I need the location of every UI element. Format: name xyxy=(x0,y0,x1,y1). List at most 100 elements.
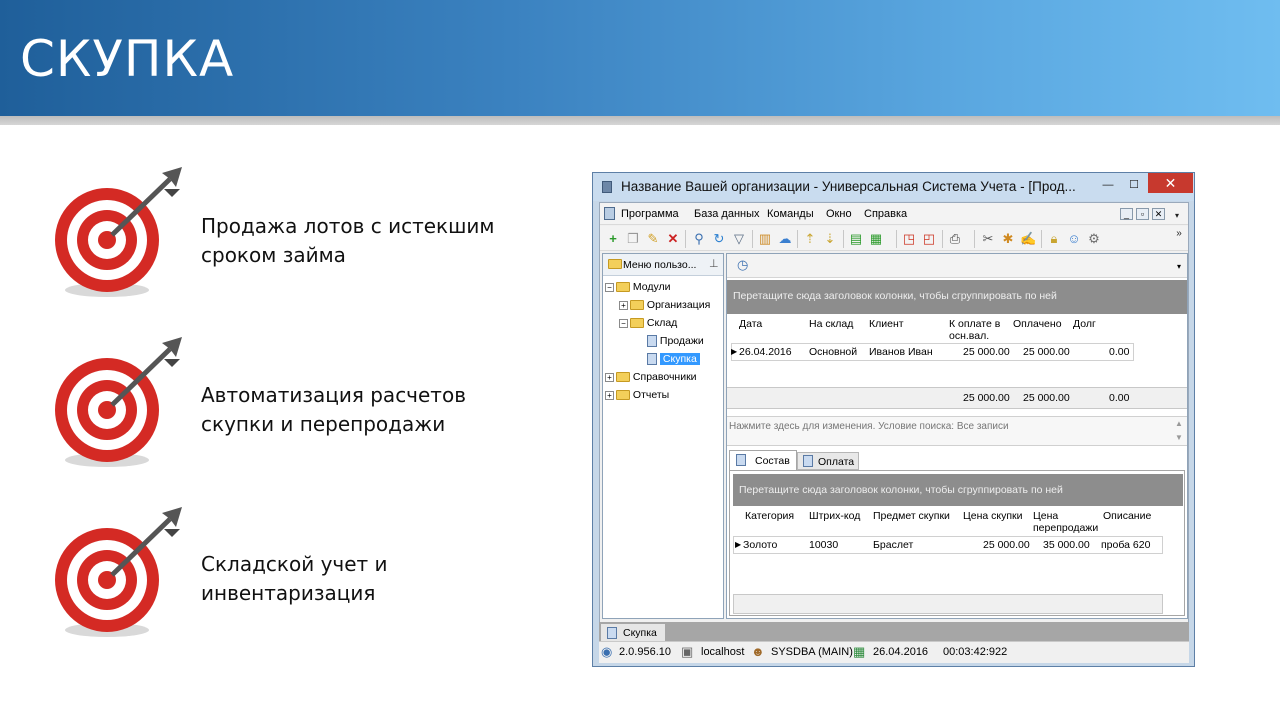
column-header-paid[interactable]: Оплачено xyxy=(1013,318,1062,330)
delete-icon[interactable]: ✕ xyxy=(665,231,681,247)
detail-group-by-panel[interactable]: Перетащите сюда заголовок колонки, чтобы… xyxy=(733,474,1183,506)
tree-node-warehouse[interactable]: − Склад xyxy=(619,316,677,331)
mdi-close-icon[interactable]: ✕ xyxy=(1152,208,1165,220)
column-header-resale-price[interactable]: Цена перепродажи xyxy=(1033,510,1103,534)
expand-icon[interactable]: + xyxy=(605,390,614,400)
tree-node-organization[interactable]: + Организация xyxy=(619,298,710,313)
document-icon xyxy=(604,207,615,220)
cell-barcode[interactable]: 10030 xyxy=(809,539,838,551)
tree-node-references[interactable]: + Справочники xyxy=(605,370,697,385)
chevron-down-icon[interactable]: ▾ xyxy=(1177,262,1181,271)
folder-icon xyxy=(616,390,630,401)
cell-client[interactable]: Иванов Иван xyxy=(869,346,933,358)
comment-icon[interactable]: ☁ xyxy=(777,231,793,247)
print-icon[interactable]: ⎙ xyxy=(947,231,963,247)
tab-purchase-window[interactable]: Скупка xyxy=(601,624,665,642)
overflow-chevron-icon[interactable]: ▾ xyxy=(1170,210,1184,222)
move-down-icon[interactable]: ⇣ xyxy=(822,231,838,247)
move-up-icon[interactable]: ⇡ xyxy=(802,231,818,247)
collapse-icon[interactable]: − xyxy=(605,282,614,292)
version-icon: ◉ xyxy=(601,644,613,659)
folder-icon xyxy=(616,372,630,383)
minimize-icon[interactable]: — xyxy=(1101,179,1115,191)
tools-icon[interactable]: ✂ xyxy=(980,231,996,247)
filter-icon[interactable]: ▽ xyxy=(731,231,747,247)
column-header-due[interactable]: К оплате в осн.вал. xyxy=(949,318,1011,342)
group-by-panel[interactable]: Перетащите сюда заголовок колонки, чтобы… xyxy=(727,280,1187,314)
maximize-icon[interactable]: ☐ xyxy=(1127,179,1141,191)
scroll-up-icon[interactable]: ▲ xyxy=(1175,419,1183,428)
table-row[interactable] xyxy=(733,536,1163,554)
panel-header: Меню пользо... ⊥ xyxy=(603,254,723,276)
filter-bar[interactable]: Нажмите здесь для изменения. Условие пои… xyxy=(727,416,1187,446)
folder-icon xyxy=(616,282,630,293)
refresh-icon[interactable]: ↻ xyxy=(711,231,727,247)
target-icon xyxy=(55,337,182,467)
cell-description[interactable]: проба 620 xyxy=(1101,539,1150,551)
mdi-restore-icon[interactable]: ▫ xyxy=(1136,208,1149,220)
mdi-minimize-icon[interactable]: _ xyxy=(1120,208,1133,220)
pin-icon[interactable]: ⊥ xyxy=(709,257,719,270)
new-window-icon[interactable]: ◰ xyxy=(921,231,937,247)
user-settings-icon[interactable]: ⚙ xyxy=(1086,231,1102,247)
cell-purchase-price[interactable]: 25 000.00 xyxy=(983,539,1030,551)
menu-help[interactable]: Справка xyxy=(864,208,907,220)
users-icon[interactable]: ☺ xyxy=(1066,231,1082,247)
status-date: 26.04.2016 xyxy=(873,646,929,658)
close-button[interactable]: ✕ xyxy=(1148,173,1193,193)
toolbar-separator xyxy=(942,230,943,248)
column-header-debt[interactable]: Долг xyxy=(1073,318,1096,330)
cell-item[interactable]: Браслет xyxy=(873,539,913,551)
cell-resale-price[interactable]: 35 000.00 xyxy=(1043,539,1090,551)
expand-icon[interactable]: + xyxy=(605,372,614,382)
cell-warehouse[interactable]: Основной xyxy=(809,346,857,358)
edit-icon[interactable]: ✎ xyxy=(645,231,661,247)
column-header-date[interactable]: Дата xyxy=(739,318,762,330)
collapse-icon[interactable]: − xyxy=(619,318,628,328)
column-header-item[interactable]: Предмет скупки xyxy=(873,510,950,522)
add-icon[interactable]: + xyxy=(605,231,621,247)
cell-paid[interactable]: 25 000.00 xyxy=(1023,346,1070,358)
mdi-client: Программа База данных Команды Окно Справ… xyxy=(599,202,1189,648)
cell-due[interactable]: 25 000.00 xyxy=(963,346,1010,358)
detail-footer xyxy=(733,594,1163,614)
purchase-form: ◷ ▾ Перетащите сюда заголовок колонки, ч… xyxy=(726,253,1188,619)
window-titlebar: Название Вашей организации - Универсальн… xyxy=(593,173,1194,201)
settings-icon[interactable]: ✱ xyxy=(1000,231,1016,247)
clock-icon[interactable]: ◷ xyxy=(737,257,748,273)
toolbar: + ❐ ✎ ✕ ⚲ ↻ ▽ ▥ ☁ ⇡ ⇣ ▤ ▦ ◳ ◰ ⎙ ✂ ✱ ✍ 🔒︎… xyxy=(600,226,1188,251)
chart-icon[interactable]: ▥ xyxy=(757,231,773,247)
tree-node-purchase[interactable]: Скупка xyxy=(647,352,700,367)
column-header-client[interactable]: Клиент xyxy=(869,318,904,330)
column-header-barcode[interactable]: Штрих-код xyxy=(809,510,860,522)
column-header-warehouse[interactable]: На склад xyxy=(809,318,853,330)
menu-database[interactable]: База данных xyxy=(694,208,760,220)
cell-debt[interactable]: 0.00 xyxy=(1109,346,1129,358)
menu-program[interactable]: Программа xyxy=(621,208,679,220)
tab-payment[interactable]: Оплата xyxy=(797,452,859,470)
open-window-icon[interactable]: ◳ xyxy=(901,231,917,247)
export-icon[interactable]: ▤ xyxy=(848,231,864,247)
column-header-purchase-price[interactable]: Цена скупки xyxy=(963,510,1023,522)
search-icon[interactable]: ⚲ xyxy=(691,231,707,247)
filter-text: Нажмите здесь для изменения. Условие пои… xyxy=(729,421,1009,432)
lock-icon[interactable]: 🔒︎ xyxy=(1046,231,1062,247)
toolbar-overflow-icon[interactable]: » xyxy=(1172,228,1186,240)
column-header-category[interactable]: Категория xyxy=(745,510,794,522)
folder-icon xyxy=(630,318,644,329)
import-icon[interactable]: ▦ xyxy=(868,231,884,247)
menu-window[interactable]: Окно xyxy=(826,208,852,220)
expand-icon[interactable]: + xyxy=(619,300,628,310)
tree-node-sales[interactable]: Продажи xyxy=(647,334,704,349)
tree-node-modules[interactable]: − Модули xyxy=(605,280,671,295)
cell-date[interactable]: 26.04.2016 xyxy=(739,346,792,358)
cell-category[interactable]: Золото xyxy=(743,539,777,551)
scroll-down-icon[interactable]: ▼ xyxy=(1175,433,1183,442)
notes-icon[interactable]: ✍ xyxy=(1020,231,1036,247)
menu-commands[interactable]: Команды xyxy=(767,208,814,220)
tree-node-reports[interactable]: + Отчеты xyxy=(605,388,669,403)
column-header-description[interactable]: Описание xyxy=(1103,510,1151,522)
tab-composition[interactable]: Состав xyxy=(729,450,797,470)
copy-icon[interactable]: ❐ xyxy=(625,231,641,247)
folder-icon xyxy=(630,300,644,311)
